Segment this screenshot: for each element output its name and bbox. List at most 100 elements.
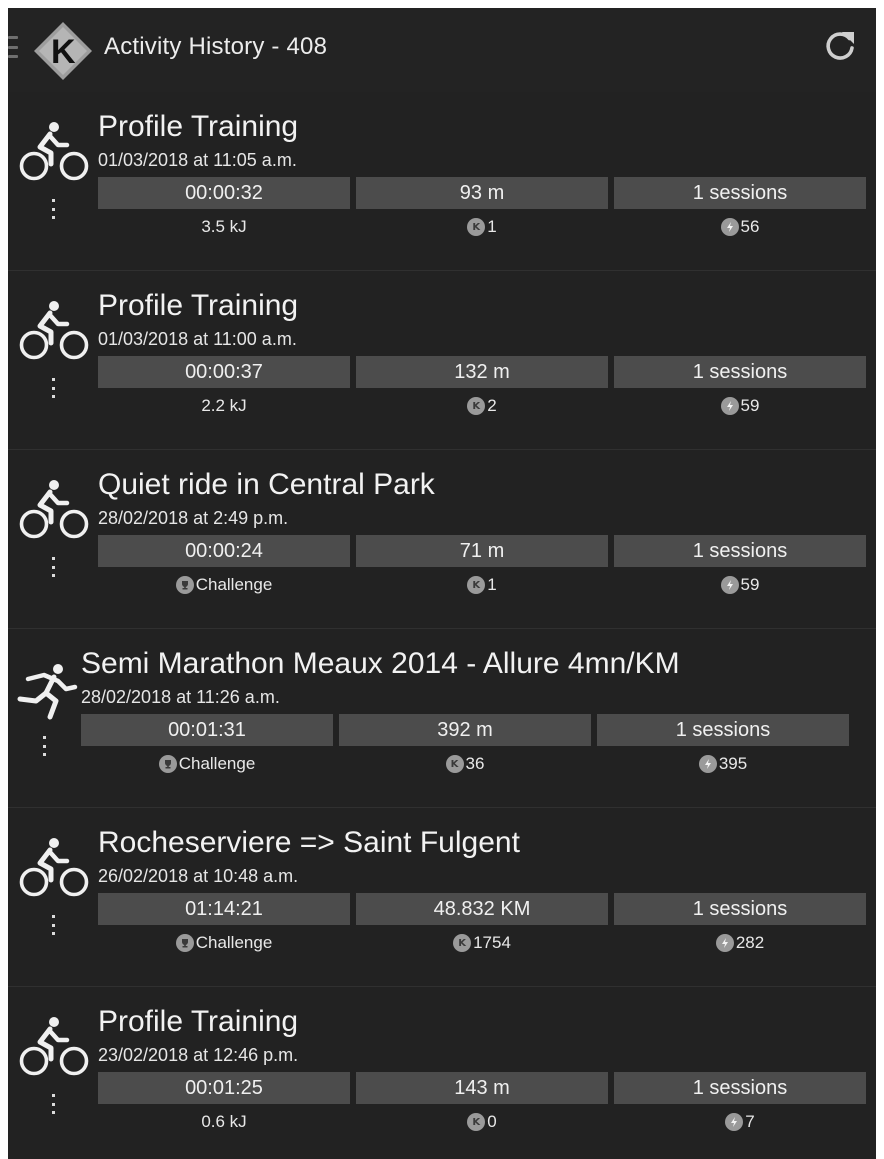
activity-stats: 00:00:24 71 m 1 sessions [98,535,866,567]
more-options-icon[interactable] [48,199,58,219]
activity-card-3[interactable]: Quiet ride in Central Park 28/02/2018 at… [8,450,876,629]
more-options-icon[interactable] [39,736,49,756]
k-coin-icon: K [467,397,486,415]
energy-points-value: 56 [740,217,760,236]
activity-details: 2.2 kJ K2 59 [98,391,866,421]
trophy-icon [158,755,177,773]
detail-label: Challenge [195,933,273,952]
lightning-icon [720,576,739,594]
activity-details: Challenge K 1754 282 [98,928,866,958]
activity-title: Semi Marathon Meaux 2014 - Allure 4mn/KM [81,647,680,680]
detail-label: 3.5 kJ [201,217,247,236]
activity-title: Profile Training [98,289,299,322]
activity-card-5[interactable]: Rocheserviere => Saint Fulgent 26/02/201… [8,808,876,987]
k-points: K 36 [339,749,591,779]
activity-stats: 00:00:32 93 m 1 sessions [98,177,866,209]
k-points: K1 [356,212,608,242]
activity-stats: 01:14:21 48.832 KM 1 sessions [98,893,866,925]
activity-title: Profile Training [98,110,299,143]
detail-value: 3.5 kJ [98,212,350,242]
energy-points-value: 59 [740,575,760,594]
sessions-stat: 1 sessions [614,535,866,567]
more-options-icon[interactable] [48,1094,58,1114]
k-points: K1 [356,570,608,600]
cycling-icon [19,122,89,181]
activity-details: 3.5 kJ K1 56 [98,212,866,242]
trophy-icon [175,576,194,594]
cycling-icon [19,838,89,897]
detail-label: 0.6 kJ [201,1112,247,1131]
activity-title: Quiet ride in Central Park [98,468,435,501]
running-icon [17,664,78,720]
duration-stat: 00:00:32 [98,177,350,209]
page-title: Activity History - 408 [104,33,328,60]
energy-points: 282 [614,928,866,958]
more-options-icon[interactable] [48,915,58,935]
energy-points: 7 [614,1107,866,1137]
sessions-stat: 1 sessions [614,1072,866,1104]
detail-value: Challenge [98,570,350,600]
k-coin-icon: K [453,934,472,952]
distance-stat: 392 m [339,714,591,746]
detail-value: 2.2 kJ [98,391,350,421]
sessions-stat: 1 sessions [597,714,849,746]
energy-points-value: 395 [718,754,748,773]
more-options-icon[interactable] [48,557,58,577]
app-bar: K Activity History - 408 [8,8,876,92]
activity-stats: 00:00:37 132 m 1 sessions [98,356,866,388]
energy-points: 59 [614,570,866,600]
cycling-icon [19,301,89,360]
cycling-icon [19,480,89,539]
activity-title: Rocheserviere => Saint Fulgent [98,826,520,859]
k-coin-icon: K [467,218,486,236]
duration-stat: 01:14:21 [98,893,350,925]
k-points: K0 [356,1107,608,1137]
lightning-icon [720,397,739,415]
distance-stat: 143 m [356,1072,608,1104]
app-screen: K Activity History - 408 Profile Trainin… [8,8,876,1159]
sessions-stat: 1 sessions [614,177,866,209]
energy-points: 56 [614,212,866,242]
duration-stat: 00:01:25 [98,1072,350,1104]
activity-stats: 00:01:31 392 m 1 sessions [81,714,866,746]
trophy-icon [175,934,194,952]
activity-details: Challenge K1 59 [98,570,866,600]
detail-label: Challenge [178,754,256,773]
hamburger-menu-icon[interactable] [8,36,18,58]
detail-value: Challenge [81,749,333,779]
k-points: K2 [356,391,608,421]
activity-card-6[interactable]: Profile Training 23/02/2018 at 12:46 p.m… [8,987,876,1159]
activity-details: 0.6 kJ K0 7 [98,1107,866,1137]
detail-label: 2.2 kJ [201,396,247,415]
detail-value: 0.6 kJ [98,1107,350,1137]
activity-list: Profile Training 01/03/2018 at 11:05 a.m… [8,92,876,1159]
activity-title: Profile Training [98,1005,299,1038]
refresh-icon[interactable] [820,26,860,66]
activity-date: 26/02/2018 at 10:48 a.m. [98,866,299,886]
energy-points: 395 [597,749,849,779]
energy-points-value: 59 [740,396,760,415]
lightning-icon [720,218,739,236]
activity-date: 01/03/2018 at 11:05 a.m. [98,150,297,170]
k-coin-icon: K [467,1113,486,1131]
distance-stat: 48.832 KM [356,893,608,925]
more-options-icon[interactable] [48,378,58,398]
k-points-value: 1754 [473,933,511,952]
cycling-icon [19,1017,89,1076]
activity-card-1[interactable]: Profile Training 01/03/2018 at 11:05 a.m… [8,92,876,271]
activity-card-4[interactable]: Semi Marathon Meaux 2014 - Allure 4mn/KM… [8,629,876,808]
k-points-value: 36 [465,754,485,773]
kinomap-logo[interactable]: K [32,20,94,82]
activity-details: Challenge K 36 395 [81,749,866,779]
distance-stat: 93 m [356,177,608,209]
detail-label: Challenge [195,575,273,594]
activity-card-2[interactable]: Profile Training 01/03/2018 at 11:00 a.m… [8,271,876,450]
energy-points-value: 282 [735,933,765,952]
k-coin-icon: K [467,576,486,594]
duration-stat: 00:01:31 [81,714,333,746]
k-points-value: 1 [487,575,497,594]
k-points-value: 1 [487,217,497,236]
energy-points: 59 [614,391,866,421]
k-points-value: 2 [487,396,497,415]
svg-text:K: K [51,33,76,71]
